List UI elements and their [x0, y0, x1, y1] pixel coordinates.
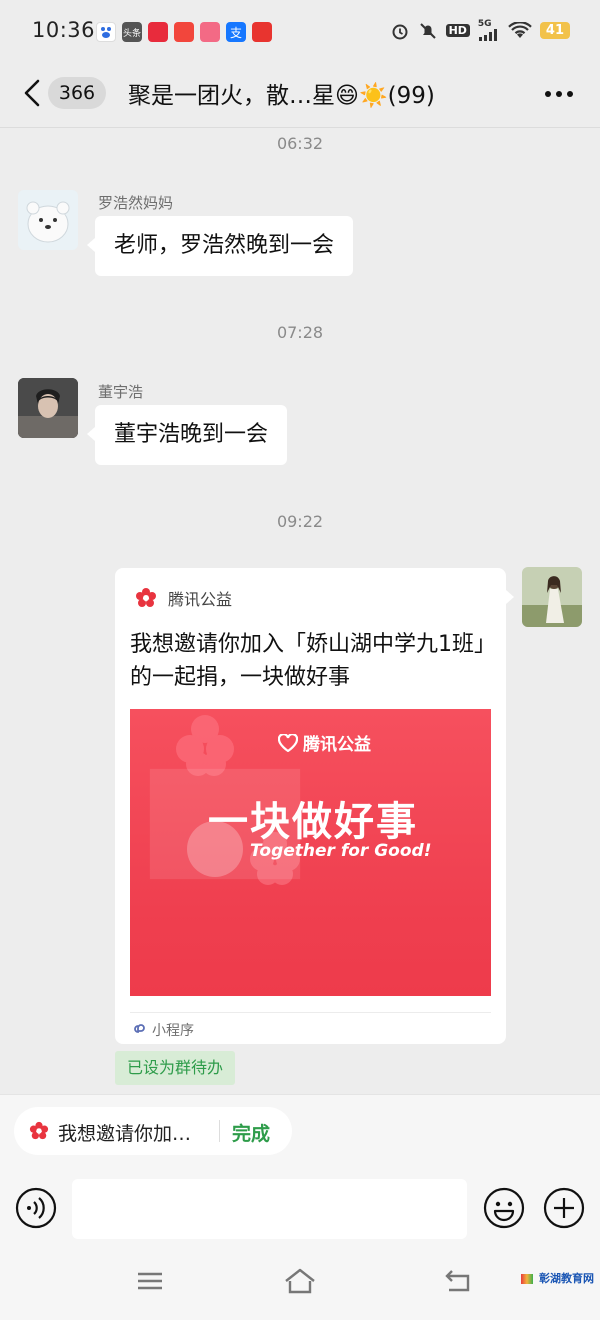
chat-header: 366 聚是一团火，散…星😄☀️(99): [0, 64, 600, 126]
app-icon: [174, 22, 194, 42]
network-label: 5G: [477, 19, 492, 29]
cover-brand-name: 腾讯公益: [303, 735, 371, 755]
group-todo-tag[interactable]: 已设为群待办: [115, 1051, 236, 1085]
back-arrow-icon[interactable]: [20, 78, 46, 108]
timestamp: 07:28: [276, 323, 324, 342]
watermark: 彰湖教育网: [521, 1270, 594, 1286]
card-source-name: 腾讯公益: [168, 590, 233, 609]
plus-icon[interactable]: [543, 1187, 585, 1229]
unread-count-badge[interactable]: 366: [48, 77, 106, 109]
card-title: 我想邀请你加入「娇山湖中学九1班」的一起捐，一块做好事: [130, 632, 496, 690]
card-footer-label: 小程序: [152, 1023, 194, 1039]
baidu-icon: [96, 22, 116, 42]
toutiao-icon: 头条: [122, 22, 142, 42]
signal-icon: 5G: [478, 20, 500, 41]
menu-icon[interactable]: [133, 1264, 167, 1298]
sender-name: 罗浩然妈妈: [98, 194, 174, 212]
cover-brand: 腾讯公益: [278, 730, 371, 755]
mute-icon: [418, 21, 438, 41]
hd-icon: HD: [445, 24, 470, 37]
status-time: 10:36: [32, 18, 96, 42]
voice-input-icon[interactable]: [15, 1187, 57, 1229]
system-icons: HD 5G 41: [390, 20, 570, 41]
alarm-icon: [390, 21, 410, 41]
chat-title: 聚是一团火，散…星😄☀️(99): [128, 83, 435, 109]
battery-indicator: 41: [539, 22, 570, 39]
emoji-icon[interactable]: [483, 1187, 525, 1229]
watermark-logo-icon: [521, 1274, 534, 1284]
card-footer-divider: [130, 1012, 491, 1013]
card-source: 腾讯公益: [135, 586, 232, 610]
more-options-icon[interactable]: [544, 90, 574, 98]
message-bubble[interactable]: 董宇浩晚到一会: [86, 405, 288, 465]
notification-icons: 头条 支: [96, 22, 272, 42]
cover-tagline: Together for Good!: [250, 841, 432, 861]
tencent-charity-icon: [29, 1121, 49, 1140]
status-bar: 10:36 头条 支 HD 5G 41: [0, 0, 600, 64]
avatar[interactable]: [18, 190, 78, 250]
heart-icon: [278, 733, 298, 752]
watermark-text: 彰湖教育网: [539, 1272, 594, 1285]
home-icon[interactable]: [283, 1264, 317, 1298]
cover-slogan: 一块做好事: [208, 799, 418, 845]
mini-program-card[interactable]: 腾讯公益 我想邀请你加入「娇山湖中学九1班」的一起捐，一块做好事 腾讯公益 一块…: [115, 568, 514, 1044]
card-footer: 小程序: [132, 1020, 194, 1040]
timestamp: 09:22: [276, 512, 324, 531]
alipay-icon: 支: [226, 22, 246, 42]
quote-separator: [219, 1120, 220, 1142]
mini-program-icon: [134, 1024, 145, 1033]
avatar-self[interactable]: [522, 567, 582, 627]
quoted-message-text: 我想邀请你加…: [58, 1123, 192, 1145]
wifi-icon: [508, 21, 532, 40]
quoted-message-chip[interactable]: 我想邀请你加… 完成: [14, 1107, 292, 1155]
system-nav-bar: [0, 1246, 600, 1320]
app-icon: [148, 22, 168, 42]
app-icon: [252, 22, 272, 42]
app-icon: [200, 22, 220, 42]
tencent-charity-icon: [136, 588, 156, 607]
message-bubble[interactable]: 老师，罗浩然晚到一会: [86, 216, 354, 276]
avatar[interactable]: [18, 378, 78, 438]
message-input[interactable]: [72, 1179, 467, 1239]
sender-name: 董宇浩: [98, 383, 144, 401]
header-divider: [0, 127, 600, 128]
done-button[interactable]: 完成: [232, 1119, 270, 1146]
back-nav-icon[interactable]: [441, 1264, 475, 1298]
card-cover-image: 腾讯公益 一块做好事 Together for Good!: [130, 709, 491, 996]
timestamp: 06:32: [276, 134, 324, 153]
